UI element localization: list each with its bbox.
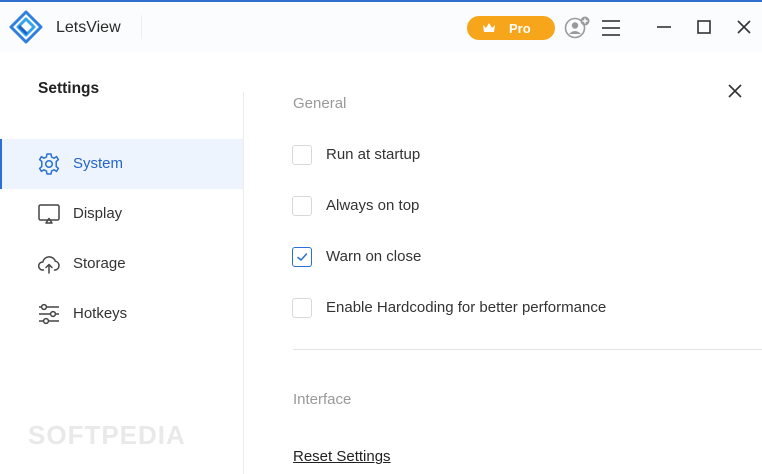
- option-warn-on-close[interactable]: Warn on close: [292, 247, 752, 269]
- pro-upgrade-button[interactable]: Pro: [467, 16, 555, 40]
- checkmark-icon: [297, 253, 308, 261]
- avatar-icon[interactable]: [562, 14, 592, 42]
- option-label: Run at startup: [326, 146, 421, 163]
- close-icon[interactable]: [725, 81, 745, 101]
- minimize-icon[interactable]: [654, 16, 674, 38]
- option-label: Always on top: [326, 197, 420, 214]
- sliders-icon: [39, 303, 59, 325]
- section-heading-interface: Interface: [293, 391, 352, 408]
- sidebar-item-label: Hotkeys: [73, 305, 128, 322]
- title-separator: [141, 15, 142, 39]
- option-always-on-top[interactable]: Always on top: [292, 196, 752, 218]
- checkbox[interactable]: [292, 298, 312, 318]
- crown-icon: [483, 23, 495, 32]
- section-divider: [293, 349, 762, 350]
- sidebar-item-system[interactable]: System: [0, 139, 243, 189]
- section-heading-general: General: [293, 95, 347, 112]
- sidebar-divider: [243, 92, 244, 474]
- pro-label: Pro: [509, 21, 531, 36]
- gear-icon: [38, 153, 60, 175]
- reset-settings-link[interactable]: Reset Settings: [293, 448, 391, 465]
- monitor-icon: [38, 204, 60, 224]
- sidebar-item-hotkeys[interactable]: Hotkeys: [0, 289, 243, 339]
- softpedia-watermark: SOFTPEDIA: [28, 420, 186, 450]
- sidebar-item-label: System: [73, 155, 124, 172]
- sidebar-item-display[interactable]: Display: [0, 189, 243, 239]
- active-indicator: [0, 139, 2, 189]
- sidebar-item-label: Display: [73, 205, 123, 222]
- sidebar-item-label: Storage: [73, 255, 126, 272]
- checkbox[interactable]: [292, 196, 312, 216]
- sidebar-item-storage[interactable]: Storage: [0, 239, 243, 289]
- option-enable-hardcoding[interactable]: Enable Hardcoding for better performance: [292, 298, 752, 320]
- title-bar[interactable]: LetsView Pro: [0, 2, 762, 52]
- cloud-icon: [37, 256, 60, 274]
- settings-title: Settings: [38, 80, 100, 97]
- app-title: LetsView: [56, 19, 121, 36]
- maximize-icon[interactable]: [694, 16, 714, 38]
- checkbox-checked[interactable]: [292, 247, 312, 267]
- option-label: Warn on close: [326, 248, 422, 265]
- option-label: Enable Hardcoding for better performance: [326, 299, 607, 316]
- close-icon[interactable]: [734, 16, 754, 38]
- option-run-at-startup[interactable]: Run at startup: [292, 145, 752, 167]
- hamburger-menu-icon[interactable]: [600, 18, 622, 38]
- letsview-logo-icon: [9, 10, 43, 44]
- checkbox[interactable]: [292, 145, 312, 165]
